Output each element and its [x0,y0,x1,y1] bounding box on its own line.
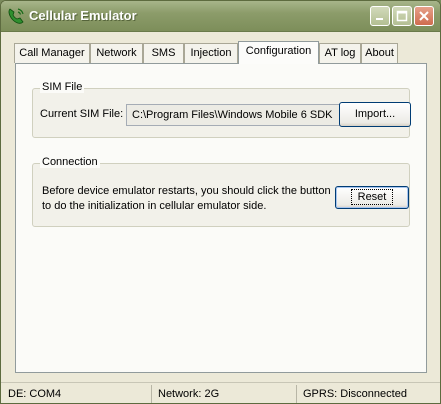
tab-about[interactable]: About [361,43,398,63]
configuration-panel: SIM File Current SIM File: C:\Program Fi… [15,63,427,373]
import-button[interactable]: Import... [339,102,411,127]
tab-call-manager[interactable]: Call Manager [14,43,90,63]
window-title: Cellular Emulator [29,8,137,23]
connection-group: Connection Before device emulator restar… [32,156,410,227]
tab-sms[interactable]: SMS [143,43,184,63]
connection-description: Before device emulator restarts, you sho… [42,185,331,212]
status-gprs: GPRS: Disconnected [303,388,407,400]
title-bar[interactable]: Cellular Emulator [1,1,440,32]
status-de: DE: COM4 [3,385,152,403]
tab-at-log[interactable]: AT log [319,43,361,63]
sim-file-group: SIM File Current SIM File: C:\Program Fi… [32,81,411,138]
minimize-button[interactable] [370,6,390,26]
tab-configuration[interactable]: Configuration [238,41,319,64]
maximize-icon [396,10,408,22]
minimize-icon [376,18,383,20]
connection-group-label: Connection [40,156,100,168]
tab-network[interactable]: Network [90,43,143,63]
tab-injection[interactable]: Injection [184,43,238,63]
close-icon [419,11,429,21]
phone-icon [7,7,25,25]
app-window: Cellular Emulator Call Manager Network S… [0,0,441,404]
maximize-button[interactable] [392,6,412,26]
status-bar: DE: COM4 Network: 2G GPRS: Disconnected [1,382,440,403]
current-sim-file-label: Current SIM File: [40,108,124,120]
reset-button[interactable]: Reset [335,186,409,209]
status-network: Network: 2G [153,385,297,403]
sim-file-path-field[interactable]: C:\Program Files\Windows Mobile 6 SDK [126,104,354,126]
close-button[interactable] [414,6,434,26]
sim-file-group-label: SIM File [40,81,85,93]
